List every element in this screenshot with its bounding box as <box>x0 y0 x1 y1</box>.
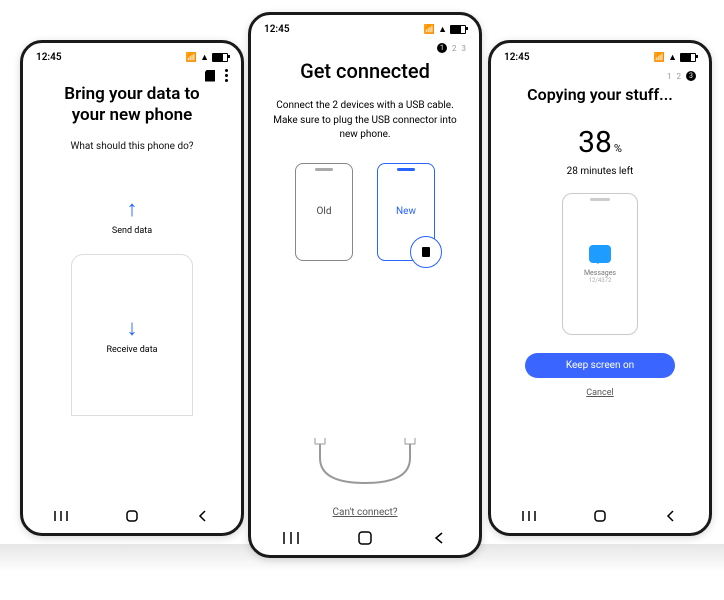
nav-home[interactable] <box>356 531 374 545</box>
nav-recent[interactable] <box>52 509 70 523</box>
phone-center: 12:45 📶 ▲ 1 2 3 Get connected Connect th… <box>248 12 482 558</box>
wifi-icon: ▲ <box>438 24 447 35</box>
status-time: 12:45 <box>36 52 62 63</box>
nav-bar <box>494 502 706 530</box>
nav-back[interactable] <box>662 509 680 523</box>
step-indicator: 1 2 3 <box>254 37 476 53</box>
step-indicator: 1 2 3 <box>494 65 706 81</box>
page-title: Bring your data to your new phone <box>38 84 226 127</box>
cant-connect-link[interactable]: Can't connect? <box>254 507 476 518</box>
status-bar: 12:45 📶 ▲ <box>26 46 238 65</box>
nav-home[interactable] <box>591 509 609 523</box>
nav-recent[interactable] <box>282 531 300 545</box>
cable-illustration <box>290 438 440 498</box>
status-bar: 12:45 📶 ▲ <box>254 18 476 37</box>
signal-icon: 📶 <box>654 53 665 63</box>
receive-data-button[interactable]: ↓ Receive data <box>71 254 193 416</box>
status-time: 12:45 <box>504 52 530 63</box>
cancel-button[interactable]: Cancel <box>506 388 694 398</box>
status-bar: 12:45 📶 ▲ <box>494 46 706 65</box>
progress-phone-illustration: Messages 12/4372 <box>562 193 638 335</box>
battery-icon <box>680 53 696 62</box>
page-desc: Connect the 2 devices with a USB cable. … <box>266 99 464 143</box>
nav-home[interactable] <box>123 509 141 523</box>
wifi-icon: ▲ <box>668 52 677 63</box>
page-title: Copying your stuff... <box>506 85 694 105</box>
more-icon[interactable] <box>225 69 228 82</box>
page-title: Get connected <box>266 59 464 83</box>
nav-back[interactable] <box>430 531 448 545</box>
old-phone-illustration: Old <box>295 163 353 261</box>
progress-percent: 38% <box>578 125 622 160</box>
battery-icon <box>212 53 228 62</box>
phone-right: 12:45 📶 ▲ 1 2 3 Copying your stuff... 38… <box>488 40 712 536</box>
nav-bar <box>254 524 476 552</box>
nav-bar <box>26 502 238 530</box>
nav-recent[interactable] <box>520 509 538 523</box>
page-subtitle: What should this phone do? <box>38 141 226 152</box>
time-remaining: 28 minutes left <box>506 166 694 177</box>
signal-icon: 📶 <box>424 25 435 35</box>
nav-back[interactable] <box>194 509 212 523</box>
wifi-icon: ▲ <box>200 52 209 63</box>
keep-screen-on-button[interactable]: Keep screen on <box>525 353 675 378</box>
signal-icon: 📶 <box>186 53 197 63</box>
status-time: 12:45 <box>264 24 290 35</box>
arrow-up-icon: ↑ <box>38 196 226 222</box>
phone-left: 12:45 📶 ▲ Bring your data to your new ph… <box>20 40 244 536</box>
usb-connector-icon <box>410 236 442 268</box>
arrow-down-icon: ↓ <box>127 315 138 341</box>
battery-icon <box>450 25 466 34</box>
send-data-button[interactable]: ↑ Send data <box>38 196 226 236</box>
messages-icon <box>589 245 611 263</box>
new-phone-illustration: New <box>377 163 435 261</box>
sd-card-icon[interactable] <box>205 70 215 82</box>
